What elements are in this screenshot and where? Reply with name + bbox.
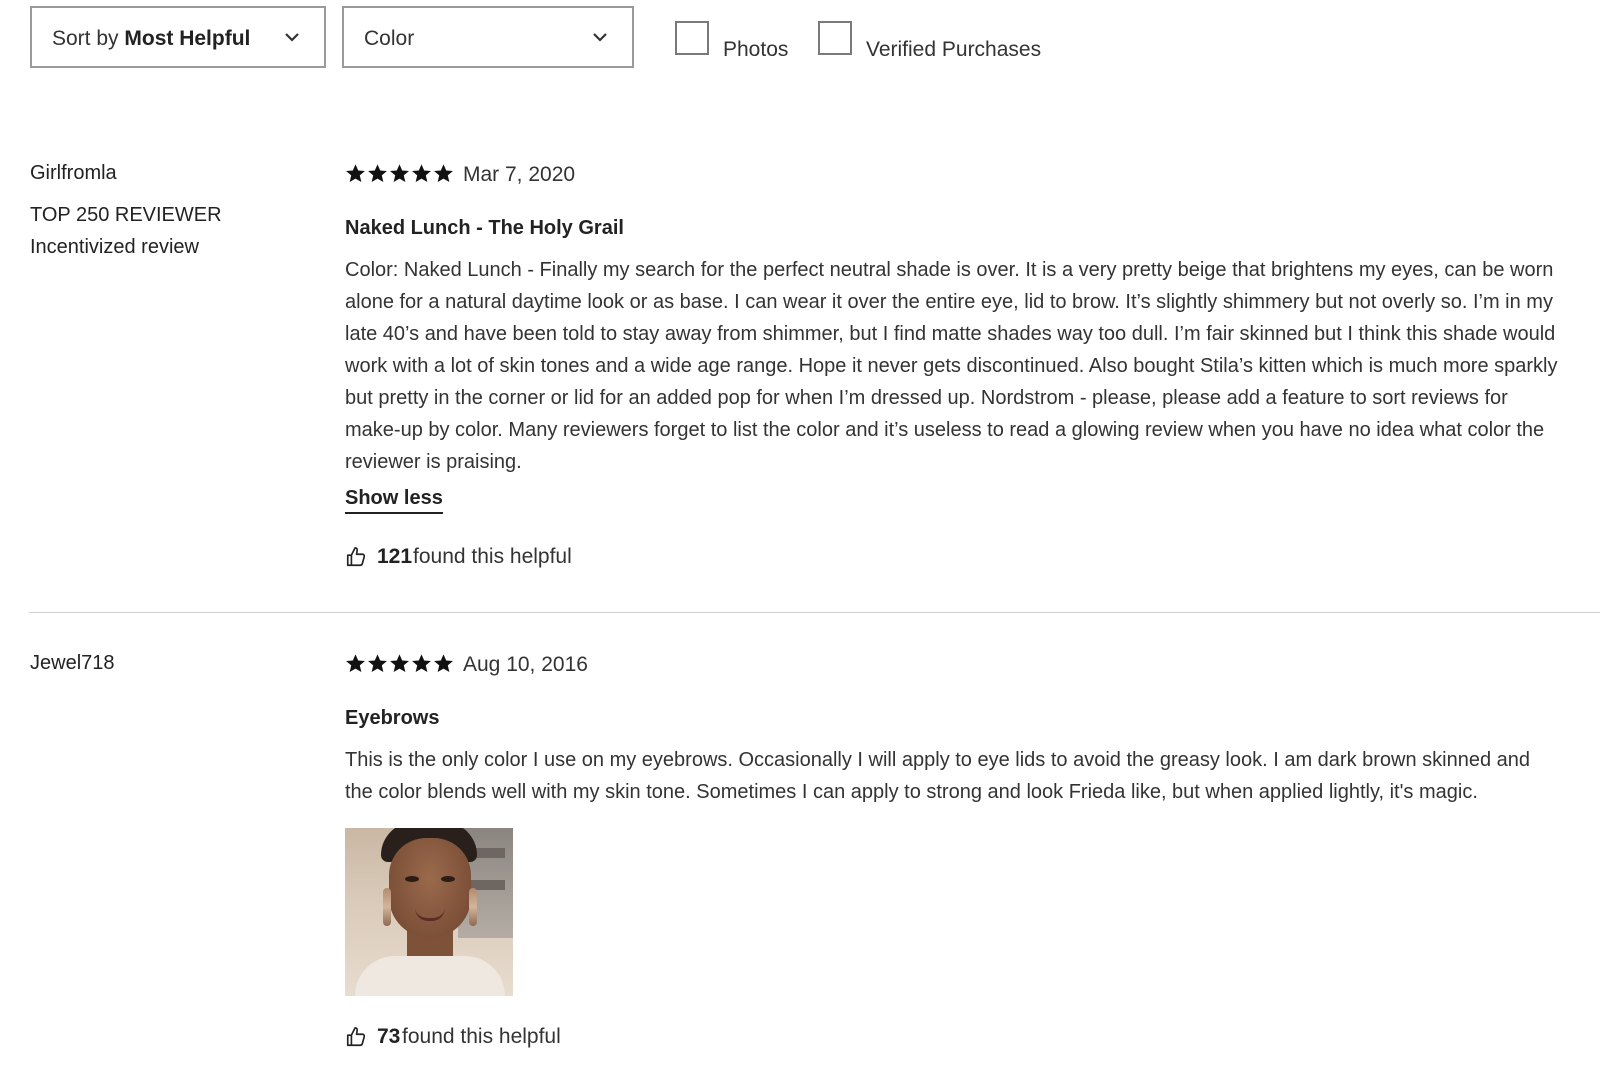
photo-earring — [469, 888, 477, 926]
show-less-link[interactable]: Show less — [345, 484, 443, 514]
checkbox-box[interactable] — [818, 21, 852, 55]
star-icon — [434, 654, 453, 672]
star-icon — [412, 164, 431, 182]
verified-purchases-label: Verified Purchases — [866, 38, 1042, 61]
helpful-label: found this helpful — [402, 1025, 561, 1048]
photo-eye — [405, 876, 419, 882]
review-photo-thumbnail[interactable] — [345, 828, 513, 996]
photo-earring — [383, 888, 391, 926]
thumbs-up-icon[interactable] — [345, 546, 367, 568]
star-rating — [345, 163, 454, 185]
helpful-row: 121 found this helpful — [345, 542, 1560, 572]
review-body: Mar 7, 2020 Naked Lunch - The Holy Grail… — [345, 160, 1560, 572]
rating-row: Mar 7, 2020 — [345, 160, 1560, 192]
color-dropdown[interactable]: Color — [342, 6, 634, 68]
reviewer-name: Jewel718 — [30, 652, 115, 674]
star-icon — [346, 164, 365, 182]
sort-dropdown[interactable]: Sort by Most Helpful — [30, 6, 326, 68]
sort-value: Most Helpful — [124, 27, 251, 50]
review-divider — [29, 612, 1600, 613]
star-icon — [412, 654, 431, 672]
star-icon — [368, 164, 387, 182]
review-title: Naked Lunch - The Holy Grail — [345, 217, 624, 239]
star-icon — [368, 654, 387, 672]
helpful-count: 73 — [377, 1025, 401, 1048]
reviewer-name: Girlfromla — [30, 162, 117, 184]
reviewer-info: Girlfromla TOP 250 REVIEWER Incentivized… — [30, 160, 300, 260]
star-icon — [390, 164, 409, 182]
review-item: Jewel718 Aug 10, 2016 Eyebrows This is t… — [0, 650, 1600, 1078]
photo-mouth — [415, 908, 445, 921]
checkbox-box[interactable] — [675, 21, 709, 55]
reviewer-info: Jewel718 — [30, 650, 300, 676]
review-date: Aug 10, 2016 — [463, 653, 588, 676]
review-text: This is the only color I use on my eyebr… — [345, 749, 1531, 803]
rating-row: Aug 10, 2016 — [345, 650, 1560, 682]
color-dropdown-label: Color — [364, 27, 415, 50]
helpful-count: 121 — [377, 545, 413, 568]
chevron-down-icon — [593, 33, 607, 42]
photo-face — [389, 838, 471, 938]
review-text: Color: Naked Lunch - Finally my search f… — [345, 259, 1558, 473]
star-icon — [390, 654, 409, 672]
star-icon — [434, 164, 453, 182]
review-date: Mar 7, 2020 — [463, 163, 576, 186]
incentivized-note: Incentivized review — [30, 236, 199, 258]
photos-filter-label: Photos — [723, 38, 789, 61]
review-filters: Sort by Most Helpful Color Photos Verifi… — [30, 6, 1570, 72]
thumbs-up-icon[interactable] — [345, 1026, 367, 1048]
photo-eye — [441, 876, 455, 882]
star-rating — [345, 653, 454, 675]
helpful-label: found this helpful — [413, 545, 572, 568]
sort-dropdown-label: Sort by Most Helpful — [52, 27, 251, 50]
reviewer-badge: TOP 250 REVIEWER — [30, 204, 222, 226]
helpful-row: 73 found this helpful — [345, 1022, 1560, 1052]
star-icon — [346, 654, 365, 672]
review-item: Girlfromla TOP 250 REVIEWER Incentivized… — [0, 160, 1600, 610]
chevron-down-icon — [285, 33, 299, 42]
review-title: Eyebrows — [345, 707, 440, 729]
review-body: Aug 10, 2016 Eyebrows This is the only c… — [345, 650, 1560, 1052]
photo-shirt — [355, 956, 505, 996]
